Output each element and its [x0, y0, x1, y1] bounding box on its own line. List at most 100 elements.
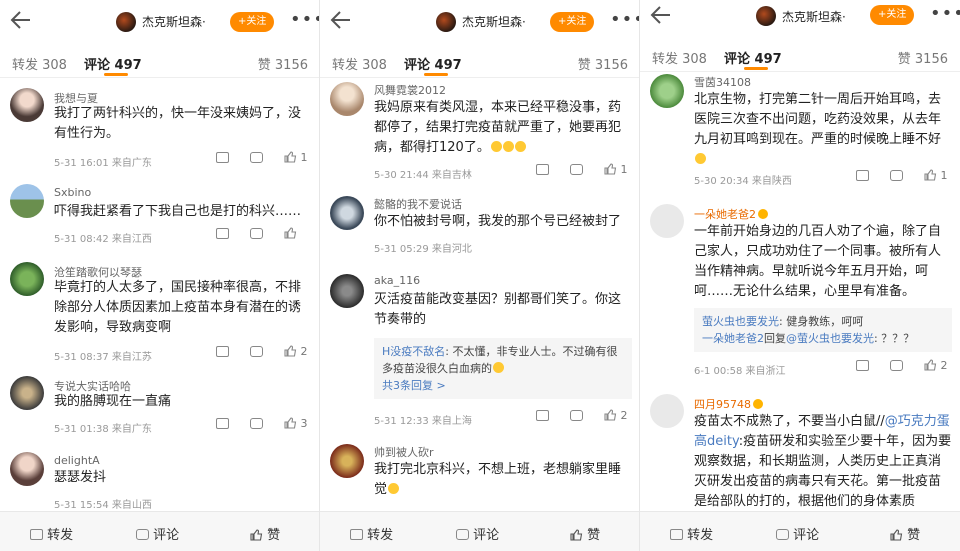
- share-icon[interactable]: [536, 164, 549, 177]
- tab-repost[interactable]: 转发 308: [652, 48, 707, 67]
- reply-mention[interactable]: @萤火虫也要发光: [786, 332, 874, 345]
- view-replies-link[interactable]: 共3条回复 >: [382, 379, 446, 392]
- screenshot-collage: 杰克斯坦森· +关注 ••• 转发 308 评论 497 赞 3156 我想与夏…: [0, 0, 960, 551]
- share-icon[interactable]: [856, 170, 869, 183]
- avatar[interactable]: [650, 74, 684, 108]
- share-icon[interactable]: [856, 360, 869, 373]
- comment-button[interactable]: 评论: [776, 524, 819, 543]
- comment-username[interactable]: 懿骼的我不爱说话: [374, 196, 462, 212]
- avatar[interactable]: [330, 274, 364, 308]
- like-button[interactable]: 2: [284, 345, 308, 358]
- share-icon[interactable]: [216, 152, 229, 165]
- thumbs-up-icon: [284, 345, 297, 357]
- repost-button[interactable]: 转发: [30, 524, 73, 543]
- reply-icon[interactable]: [250, 228, 263, 241]
- reply-icon[interactable]: [250, 152, 263, 165]
- comment-username[interactable]: aka_116: [374, 274, 420, 287]
- tab-likes[interactable]: 赞 3156: [898, 48, 948, 67]
- more-icon[interactable]: •••: [930, 5, 960, 23]
- like-button[interactable]: 1: [924, 169, 948, 182]
- comment-username[interactable]: 四月95748: [694, 396, 763, 412]
- avatar[interactable]: [330, 82, 364, 116]
- comment-username[interactable]: 雪茵34108: [694, 74, 751, 90]
- comment-username[interactable]: delightA: [54, 454, 100, 467]
- avatar[interactable]: [330, 444, 364, 478]
- tab-repost[interactable]: 转发 308: [12, 54, 67, 73]
- like-button[interactable]: 3: [284, 417, 308, 430]
- account-name[interactable]: 杰克斯坦森·: [462, 13, 526, 30]
- vip-crown-icon: [758, 209, 768, 219]
- avatar[interactable]: [10, 262, 44, 296]
- reply-icon[interactable]: [250, 346, 263, 359]
- more-icon[interactable]: •••: [610, 11, 639, 29]
- avatar[interactable]: [10, 88, 44, 122]
- comment-username[interactable]: 一朵她老爸2: [694, 206, 768, 222]
- like-button[interactable]: 2: [604, 409, 628, 422]
- reply-preview-box[interactable]: H没疫不敌名: 不太懂，非专业人士。不过确有很多疫苗没很久白血病的 共3条回复 …: [374, 338, 632, 399]
- reply-icon[interactable]: [250, 418, 263, 431]
- like-count: 1: [300, 151, 308, 164]
- like-bottom-button[interactable]: 赞: [890, 524, 920, 543]
- comment-meta: 5-30 21:44 来自吉林: [374, 170, 472, 181]
- like-button[interactable]: 1: [284, 151, 308, 164]
- comment-text: 灭活疫苗能改变基因？别都哥们笑了。你这节奏带的: [374, 292, 622, 327]
- follow-button[interactable]: +关注: [230, 12, 275, 32]
- reply-username[interactable]: 萤火虫也要发光: [702, 315, 779, 328]
- avatar[interactable]: [330, 196, 364, 230]
- account-name[interactable]: 杰克斯坦森·: [142, 13, 206, 30]
- tab-comments[interactable]: 评论 497: [404, 54, 462, 73]
- share-icon[interactable]: [216, 346, 229, 359]
- emoji-icon: [502, 141, 514, 152]
- back-arrow-icon[interactable]: [650, 5, 672, 25]
- account-avatar[interactable]: [116, 12, 136, 32]
- share-icon[interactable]: [216, 228, 229, 241]
- reply-icon[interactable]: [570, 164, 583, 177]
- repost-label: 转发: [367, 528, 394, 543]
- follow-button[interactable]: +关注: [550, 12, 595, 32]
- like-bottom-button[interactable]: 赞: [250, 524, 280, 543]
- avatar[interactable]: [650, 394, 684, 428]
- top-bar: 杰克斯坦森· +关注 •••: [0, 0, 319, 40]
- back-arrow-icon[interactable]: [10, 10, 32, 30]
- reply-preview-box[interactable]: 萤火虫也要发光: 健身教练，呵呵 一朵她老爸2回复@萤火虫也要发光: ？？？: [694, 308, 952, 352]
- avatar[interactable]: [10, 376, 44, 410]
- top-bar: 杰克斯坦森· +关注 •••: [320, 0, 639, 40]
- repost-button[interactable]: 转发: [350, 524, 393, 543]
- avatar[interactable]: [10, 184, 44, 218]
- comment-button[interactable]: 评论: [456, 524, 499, 543]
- tab-active-indicator: [104, 73, 128, 76]
- like-bottom-button[interactable]: 赞: [570, 524, 600, 543]
- reply-icon[interactable]: [890, 360, 903, 373]
- like-button[interactable]: 2: [924, 359, 948, 372]
- comment-username[interactable]: 风舞霓裳2012: [374, 82, 446, 98]
- avatar[interactable]: [650, 204, 684, 238]
- account-name[interactable]: 杰克斯坦森·: [782, 8, 846, 25]
- comment-button[interactable]: 评论: [136, 524, 179, 543]
- comment-username-text: 一朵她老爸2: [694, 208, 756, 221]
- reply-icon[interactable]: [890, 170, 903, 183]
- repost-button[interactable]: 转发: [670, 524, 713, 543]
- comment-meta: 5-31 08:37 来自江苏: [54, 352, 152, 363]
- tab-likes[interactable]: 赞 3156: [258, 54, 308, 73]
- tab-likes[interactable]: 赞 3156: [578, 54, 628, 73]
- share-icon[interactable]: [536, 410, 549, 423]
- tab-comments[interactable]: 评论 497: [84, 54, 142, 73]
- share-icon[interactable]: [216, 418, 229, 431]
- more-icon[interactable]: •••: [290, 11, 319, 29]
- thumbs-up-icon: [284, 417, 297, 429]
- reply-username[interactable]: 一朵她老爸2: [702, 332, 764, 345]
- follow-button[interactable]: +关注: [870, 5, 915, 25]
- tab-comments[interactable]: 评论 497: [724, 48, 782, 67]
- reply-icon[interactable]: [570, 410, 583, 423]
- account-avatar[interactable]: [436, 12, 456, 32]
- like-button[interactable]: [284, 227, 297, 240]
- comment-username[interactable]: 帅到被人砍r: [374, 444, 434, 460]
- avatar[interactable]: [10, 452, 44, 486]
- tab-repost[interactable]: 转发 308: [332, 54, 387, 73]
- back-arrow-icon[interactable]: [330, 10, 352, 30]
- like-button[interactable]: 1: [604, 163, 628, 176]
- comment-username[interactable]: Sxbino: [54, 186, 91, 199]
- account-avatar[interactable]: [756, 6, 776, 26]
- tab-bar: 转发 308 评论 497 赞 3156: [640, 34, 960, 72]
- reply-username[interactable]: H没疫不敌名: [382, 345, 445, 358]
